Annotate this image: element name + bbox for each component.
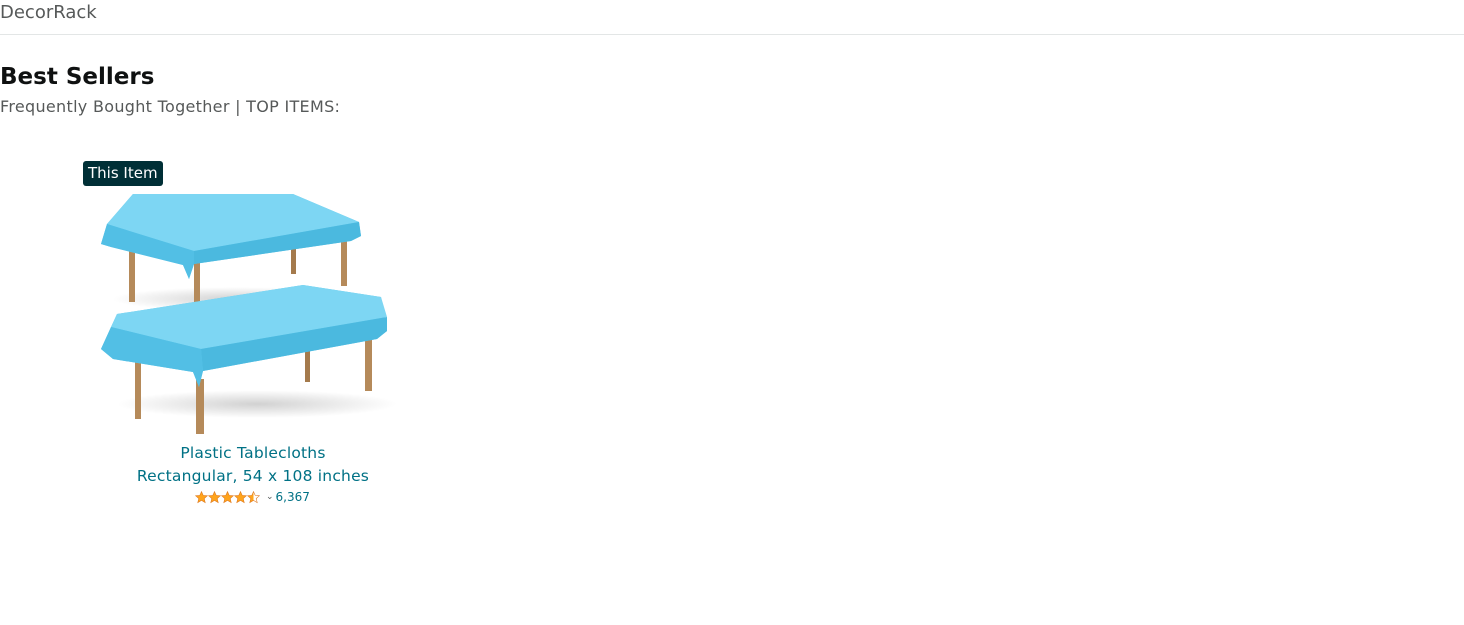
- star-icon: [221, 490, 234, 503]
- chevron-down-icon[interactable]: ⌄: [266, 489, 274, 505]
- star-icon: [208, 490, 221, 503]
- rating-row: ⌄ 6,367: [195, 489, 310, 505]
- star-icon: [234, 490, 247, 503]
- star-rating[interactable]: [195, 490, 260, 504]
- review-count-link[interactable]: 6,367: [276, 489, 310, 505]
- star-icon: [195, 490, 208, 503]
- product-title-line1: Plastic Tablecloths: [180, 444, 326, 462]
- page-subtitle: Frequently Bought Together | TOP ITEMS:: [0, 97, 341, 116]
- this-item-badge: This Item: [83, 161, 163, 186]
- star-icon: [247, 490, 260, 503]
- front-table-icon: [101, 285, 397, 434]
- store-brand-name[interactable]: DecorRack: [0, 2, 97, 24]
- product-card: This Item Plastic Tablecloths Rectangula…: [83, 161, 423, 511]
- product-title-line2: Rectangular, 54 x 108 inches: [136, 467, 370, 485]
- page-title: Best Sellers: [0, 64, 155, 90]
- product-image[interactable]: [97, 189, 407, 439]
- top-bar: DecorRack: [0, 0, 1464, 35]
- product-title-link[interactable]: Plastic Tablecloths Rectangular, 54 x 10…: [113, 442, 393, 488]
